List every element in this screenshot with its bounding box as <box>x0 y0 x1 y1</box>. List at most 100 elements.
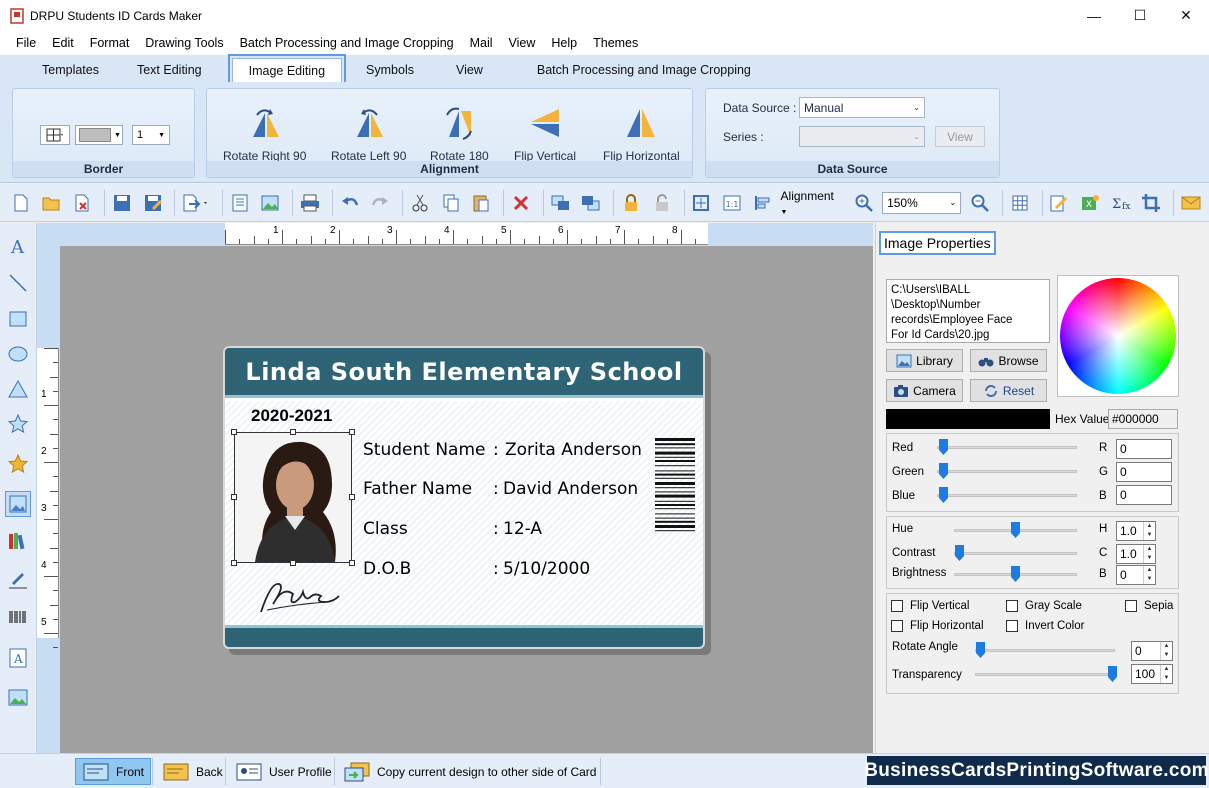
star-tool[interactable] <box>5 411 31 437</box>
school-name[interactable]: Linda South Elementary School <box>245 358 682 386</box>
gray-scale-checkbox[interactable]: Gray Scale <box>1006 600 1082 612</box>
transparency-slider-track[interactable] <box>975 673 1115 676</box>
delete-button[interactable] <box>508 190 534 216</box>
menu-mail[interactable]: Mail <box>462 36 501 50</box>
red-slider-thumb[interactable] <box>938 438 949 456</box>
class-value[interactable]: 12-A <box>503 519 542 539</box>
browse-button[interactable]: Browse <box>970 349 1047 372</box>
email-button[interactable] <box>1178 190 1204 216</box>
card-barcode[interactable] <box>655 438 695 578</box>
flip-vertical-button[interactable]: Flip Vertical <box>514 105 576 163</box>
flip-vertical-checkbox[interactable]: Flip Vertical <box>891 600 969 612</box>
spin-arrows-icon[interactable]: ▲ ▼ <box>1143 522 1155 540</box>
library-button[interactable]: Library <box>886 349 963 372</box>
lock-button[interactable] <box>618 190 644 216</box>
red-value-input[interactable]: 0 <box>1116 439 1172 459</box>
line-tool[interactable] <box>5 270 31 296</box>
brightness-spinbox[interactable]: 0 ▲ ▼ <box>1116 565 1156 585</box>
formula-button[interactable]: Σfx <box>1108 190 1134 216</box>
resize-handle[interactable] <box>231 494 237 500</box>
rotate-180-button[interactable]: Rotate 180 <box>430 105 489 163</box>
resize-handle[interactable] <box>290 560 296 566</box>
triangle-tool[interactable] <box>5 376 31 402</box>
paste-button[interactable] <box>469 190 495 216</box>
menu-file[interactable]: File <box>8 36 44 50</box>
alignment-dropdown-icon-button[interactable] <box>750 190 776 216</box>
signature-image[interactable] <box>255 570 345 620</box>
tab-image-editing[interactable]: Image Editing <box>227 54 347 86</box>
blue-value-input[interactable]: 0 <box>1116 485 1172 505</box>
contrast-spinbox[interactable]: 1.0 ▲ ▼ <box>1116 544 1156 564</box>
rotate-right-90-button[interactable]: Rotate Right 90 <box>223 105 306 163</box>
symbol-tool[interactable] <box>5 451 31 477</box>
send-backward-button[interactable] <box>579 190 605 216</box>
hue-slider-thumb[interactable] <box>1010 521 1021 539</box>
border-color-dropdown[interactable]: ▼ <box>75 125 123 145</box>
maximize-button[interactable]: ☐ <box>1117 0 1163 31</box>
fit-to-window-button[interactable] <box>689 190 715 216</box>
actual-size-button[interactable]: 1:1 <box>719 190 745 216</box>
flip-horizontal-checkbox[interactable]: Flip Horizontal <box>891 620 984 632</box>
properties-button[interactable] <box>227 190 253 216</box>
color-wheel[interactable] <box>1060 278 1176 394</box>
signature-tool[interactable] <box>5 566 31 592</box>
flip-horizontal-button[interactable]: Flip Horizontal <box>603 105 680 163</box>
dob-label[interactable]: D.O.B <box>363 559 411 579</box>
ellipse-tool[interactable] <box>5 341 31 367</box>
resize-handle[interactable] <box>231 560 237 566</box>
front-side-button[interactable]: Front <box>75 758 152 785</box>
menu-drawing-tools[interactable]: Drawing Tools <box>137 36 231 50</box>
hue-spinbox[interactable]: 1.0 ▲ ▼ <box>1116 521 1156 541</box>
series-dropdown[interactable]: ⌄ <box>799 126 925 147</box>
open-button[interactable] <box>39 190 65 216</box>
design-canvas[interactable]: 1 2 3 4 5 6 7 8 1 2 3 4 5 Linda South Elementary Sc… <box>37 223 873 753</box>
id-card[interactable]: Linda South Elementary School 2020-2021 <box>223 346 705 649</box>
copy-design-button[interactable]: Copy current design to other side of Car… <box>337 758 602 785</box>
excel-import-button[interactable]: X <box>1077 190 1103 216</box>
student-name-label[interactable]: Student Name <box>363 440 485 460</box>
checkbox-box[interactable] <box>891 620 903 632</box>
close-file-button[interactable] <box>69 190 95 216</box>
blue-slider-thumb[interactable] <box>938 486 949 504</box>
hex-value-input[interactable]: #000000 <box>1108 409 1178 429</box>
redo-button[interactable] <box>368 190 394 216</box>
checkbox-box[interactable] <box>891 600 903 612</box>
tab-text-editing[interactable]: Text Editing <box>121 58 218 82</box>
green-slider-thumb[interactable] <box>938 462 949 480</box>
tab-templates[interactable]: Templates <box>26 58 115 82</box>
father-name-label[interactable]: Father Name <box>363 479 472 499</box>
user-profile-button[interactable]: User Profile <box>229 758 338 785</box>
crop-button[interactable] <box>1139 190 1165 216</box>
student-photo[interactable] <box>234 432 352 563</box>
rotate-angle-spinbox[interactable]: 0 ▲ ▼ <box>1131 641 1173 661</box>
brightness-slider-thumb[interactable] <box>1010 565 1021 583</box>
border-width-dropdown[interactable]: 1 ▼ <box>132 125 170 145</box>
menu-help[interactable]: Help <box>543 36 585 50</box>
library-tool[interactable] <box>5 528 31 554</box>
picture-tool[interactable] <box>5 685 31 711</box>
red-slider-track[interactable] <box>937 446 1077 449</box>
rotate-angle-slider-thumb[interactable] <box>975 641 986 659</box>
green-value-input[interactable]: 0 <box>1116 462 1172 482</box>
export-button[interactable] <box>179 190 213 216</box>
invert-color-checkbox[interactable]: Invert Color <box>1006 620 1084 632</box>
rotate-left-90-button[interactable]: Rotate Left 90 <box>331 105 406 163</box>
image-path-box[interactable]: C:\Users\IBALL \Desktop\Number records\E… <box>886 279 1050 343</box>
close-button[interactable]: ✕ <box>1163 0 1209 31</box>
tab-symbols[interactable]: Symbols <box>350 58 430 82</box>
checkbox-box[interactable] <box>1006 620 1018 632</box>
green-slider-track[interactable] <box>937 470 1077 473</box>
edit-data-button[interactable] <box>1047 190 1073 216</box>
spin-arrows-icon[interactable]: ▲ ▼ <box>1143 566 1155 584</box>
undo-button[interactable] <box>337 190 363 216</box>
rectangle-tool[interactable] <box>5 306 31 332</box>
alignment-dropdown[interactable]: Alignment ▼ <box>781 189 844 217</box>
father-name-value[interactable]: David Anderson <box>503 479 638 499</box>
tab-batch-processing[interactable]: Batch Processing and Image Cropping <box>521 58 767 82</box>
resize-handle[interactable] <box>349 494 355 500</box>
menu-themes[interactable]: Themes <box>585 36 646 50</box>
tab-view[interactable]: View <box>440 58 499 82</box>
checkbox-box[interactable] <box>1125 600 1137 612</box>
academic-year[interactable]: 2020-2021 <box>251 406 332 426</box>
barcode-tool[interactable] <box>5 604 31 630</box>
